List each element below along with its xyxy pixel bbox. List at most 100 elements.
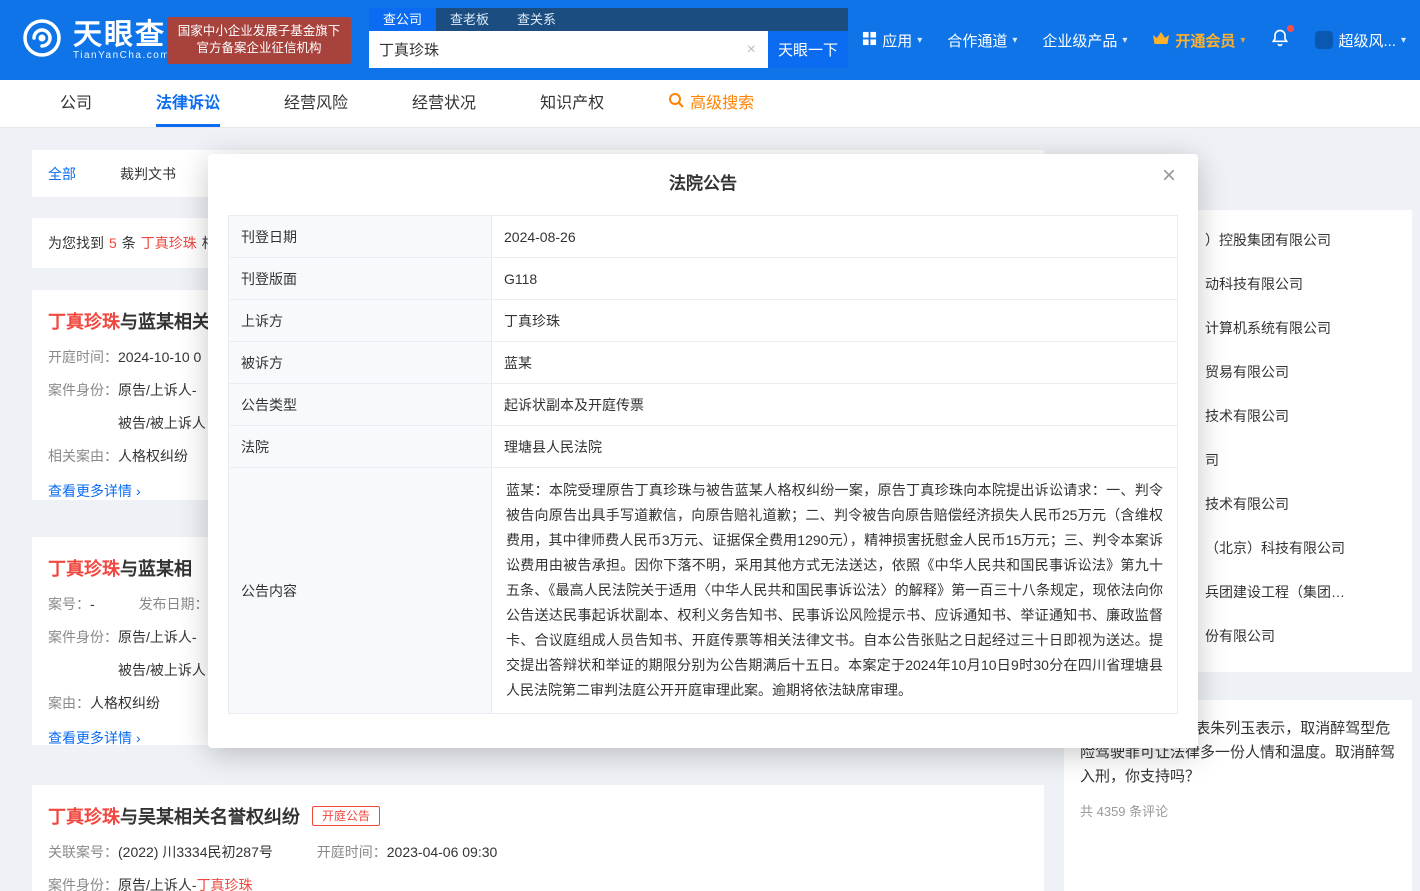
field-label: 被诉方	[229, 342, 492, 384]
chevron-down-icon: ▾	[1012, 35, 1017, 46]
field-value: 理塘县人民法院	[492, 426, 1178, 468]
page: 天眼查 TianYanCha.com 国家中小企业发展子基金旗下 官方备案企业征…	[0, 0, 1420, 891]
nav-open-vip[interactable]: 开通会员 ▾	[1152, 30, 1245, 51]
field-label: 案件身份：	[48, 877, 118, 891]
field-label: 刊登日期	[229, 216, 492, 258]
filter-judgment-documents[interactable]: 裁判文书	[120, 164, 176, 184]
search-tab-boss[interactable]: 查老板	[436, 8, 503, 31]
nav-apps-label: 应用	[882, 30, 912, 51]
crown-icon	[1152, 31, 1170, 49]
field-label: 案件身份：	[48, 382, 118, 398]
notification-bell[interactable]	[1270, 28, 1290, 52]
keyword-highlight: 丁真珍珠	[48, 807, 120, 827]
field-label: 案由：	[48, 695, 90, 711]
field-value: 起诉状副本及开庭传票	[492, 384, 1178, 426]
search-input[interactable]	[379, 41, 745, 58]
field-label: 法院	[229, 426, 492, 468]
eye-logo-icon	[20, 16, 64, 65]
field-value: 丁真珍珠	[492, 300, 1178, 342]
gov-certification-badge: 国家中小企业发展子基金旗下 官方备案企业征信机构	[167, 17, 351, 64]
tab-operating-status[interactable]: 经营状况	[412, 80, 476, 127]
brand-name: 天眼查	[73, 20, 170, 50]
advanced-search-label: 高级搜索	[690, 80, 754, 127]
search-block: 查公司 查老板 查关系 × 天眼一下	[369, 8, 848, 68]
field-value: 原告/上诉人-	[118, 382, 197, 398]
table-row: 法院 理塘县人民法院	[229, 426, 1178, 468]
main-tab-bar: 公司 法律诉讼 经营风险 经营状况 知识产权 高级搜索	[0, 80, 1420, 128]
field-value: 2023-04-06 09:30	[387, 844, 498, 860]
modal-title: 法院公告	[208, 154, 1198, 194]
nav-risk-label: 超级风...	[1338, 30, 1396, 51]
gov-badge-line2: 官方备案企业征信机构	[167, 40, 351, 57]
chevron-down-icon: ▾	[1240, 35, 1245, 46]
field-label: 公告内容	[229, 468, 492, 714]
clear-search-icon[interactable]: ×	[745, 41, 758, 59]
table-row: 上诉方 丁真珍珠	[229, 300, 1178, 342]
field-label: 案件身份：	[48, 629, 118, 645]
party-name-link[interactable]: 丁真珍珠	[197, 877, 253, 891]
comments-count: 共 4359 条评论	[1080, 801, 1396, 820]
chevron-down-icon: ▾	[917, 35, 922, 46]
more-details-label: 查看更多详情	[48, 728, 132, 748]
keyword-highlight: 丁真珍珠	[48, 559, 120, 579]
results-keyword: 丁真珍珠	[141, 233, 197, 253]
tab-advanced-search[interactable]: 高级搜索	[668, 80, 754, 127]
grid-icon	[862, 31, 877, 50]
tianyancha-logo[interactable]: 天眼查 TianYanCha.com	[20, 16, 170, 65]
announcement-content: 蓝某：本院受理原告丁真珍珠与被告蓝某人格权纠纷一案，原告丁真珍珠向本院提出诉讼请…	[492, 468, 1178, 714]
filter-all[interactable]: 全部	[48, 164, 76, 184]
search-tab-relation[interactable]: 查关系	[503, 8, 570, 31]
chevron-right-icon: ›	[136, 730, 141, 746]
chevron-down-icon: ▾	[1401, 35, 1406, 46]
more-details-link[interactable]: 查看更多详情 ›	[48, 728, 178, 748]
field-value: G118	[492, 258, 1178, 300]
nav-enterprise-label: 企业级产品	[1042, 30, 1117, 51]
search-button[interactable]: 天眼一下	[768, 31, 848, 68]
nav-partner-label: 合作通道	[947, 30, 1007, 51]
chevron-down-icon: ▾	[1122, 35, 1127, 46]
search-icon	[668, 80, 684, 127]
table-row: 被诉方 蓝某	[229, 342, 1178, 384]
brand-domain: TianYanCha.com	[73, 50, 170, 61]
field-value: 被告/被上诉人	[118, 415, 206, 431]
field-value: 人格权纠纷	[118, 448, 188, 464]
content-area: 全部 裁判文书 法 为您找到 5 条 丁真珍珠 相 丁真珍珠与蓝某相关 开庭时间…	[0, 128, 1420, 891]
risk-product-icon	[1315, 31, 1333, 49]
field-value: 2024-10-10 0	[118, 349, 201, 365]
tab-lawsuit[interactable]: 法律诉讼	[156, 80, 220, 127]
chevron-right-icon: ›	[136, 483, 141, 499]
field-label: 公告类型	[229, 384, 492, 426]
more-details-link[interactable]: 查看更多详情 ›	[48, 481, 178, 501]
tab-intellectual-property[interactable]: 知识产权	[540, 80, 604, 127]
field-value: -	[90, 596, 95, 612]
table-row: 刊登版面 G118	[229, 258, 1178, 300]
result-card: 丁真珍珠与吴某相关名誉权纠纷 开庭公告 关联案号：(2022) 川3334民初2…	[32, 785, 1044, 891]
field-value: 人格权纠纷	[90, 695, 160, 711]
bell-icon	[1270, 28, 1290, 52]
header: 天眼查 TianYanCha.com 国家中小企业发展子基金旗下 官方备案企业征…	[0, 0, 1420, 80]
nav-enterprise-products[interactable]: 企业级产品 ▾	[1042, 30, 1127, 51]
nav-apps[interactable]: 应用 ▾	[862, 30, 922, 51]
search-tab-company[interactable]: 查公司	[369, 8, 436, 31]
keyword-highlight: 丁真珍珠	[48, 312, 120, 332]
table-row: 刊登日期 2024-08-26	[229, 216, 1178, 258]
field-label: 发布日期：	[139, 596, 209, 612]
case-title-text: 与蓝某相关	[120, 312, 210, 332]
nav-vip-label: 开通会员	[1175, 30, 1235, 51]
tab-company[interactable]: 公司	[60, 80, 92, 127]
more-details-label: 查看更多详情	[48, 481, 132, 501]
case-title[interactable]: 丁真珍珠与吴某相关名誉权纠纷 开庭公告	[48, 803, 1028, 829]
case-title-text: 与吴某相关名誉权纠纷	[120, 807, 300, 827]
header-nav: 应用 ▾ 合作通道 ▾ 企业级产品 ▾ 开通会员 ▾	[862, 0, 1406, 80]
nav-partner-channel[interactable]: 合作通道 ▾	[947, 30, 1017, 51]
field-label: 关联案号：	[48, 844, 118, 860]
field-label: 刊登版面	[229, 258, 492, 300]
field-value: (2022) 川3334民初287号	[118, 844, 273, 860]
tab-business-risk[interactable]: 经营风险	[284, 80, 348, 127]
case-title-text: 与蓝某相	[120, 559, 192, 579]
nav-super-risk[interactable]: 超级风... ▾	[1315, 30, 1406, 51]
search-input-wrap: ×	[369, 31, 768, 68]
field-label: 开庭时间：	[48, 349, 118, 365]
close-icon[interactable]: ×	[1162, 164, 1176, 188]
search-type-tabs: 查公司 查老板 查关系	[369, 8, 848, 31]
